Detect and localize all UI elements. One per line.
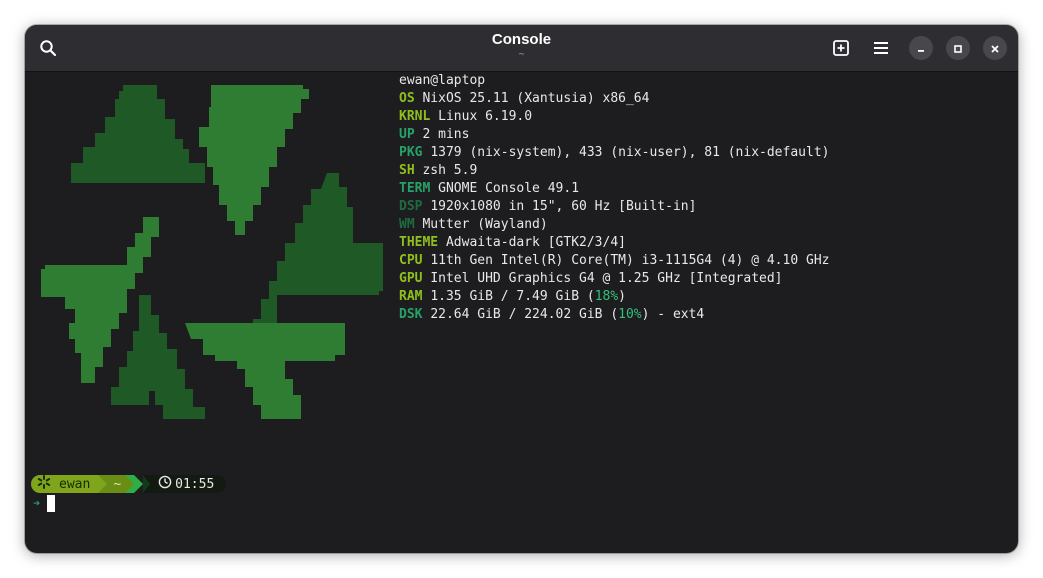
info-row-theme: THEME Adwaita-dark [GTK2/3/4] (399, 234, 829, 252)
input-line[interactable]: ➔ (33, 494, 55, 512)
info-value: Linux 6.19.0 (438, 109, 533, 124)
info-key: SH (399, 163, 415, 178)
info-key: RAM (399, 289, 423, 304)
prompt-user-segment: ewan (31, 475, 99, 493)
clock-icon (158, 475, 172, 493)
info-value: GNOME Console 49.1 (438, 181, 580, 196)
main-menu-button[interactable] (866, 33, 896, 63)
prompt-user: ewan (59, 476, 91, 492)
ram-percent: 18% (594, 289, 619, 304)
info-value: 1.35 GiB / 7.49 GiB ( (430, 289, 595, 304)
info-row-os: OS NixOS 25.11 (Xantusia) x86_64 (399, 90, 829, 108)
prompt-dir-segment: ~ (107, 475, 126, 493)
info-value: Intel UHD Graphics G4 @ 1.25 GHz [Integr… (430, 271, 783, 286)
info-value: 11th Gen Intel(R) Core(TM) i3-1115G4 (4)… (430, 253, 830, 268)
headerbar: Console ~ (25, 25, 1018, 72)
info-row-dsp: DSP 1920x1080 in 15", 60 Hz [Built-in] (399, 198, 829, 216)
info-key: DSK (399, 307, 423, 322)
info-key: CPU (399, 253, 423, 268)
console-window: Console ~ ewan@laptop OS NixOS 25.11 (Xa… (25, 25, 1018, 553)
info-key: UP (399, 127, 415, 142)
info-row-up: UP 2 mins (399, 126, 829, 144)
minimize-icon (916, 39, 926, 58)
close-button[interactable] (983, 36, 1007, 60)
info-key: PKG (399, 145, 423, 160)
info-value-end: ) (618, 289, 626, 304)
prompt-time-segment: 01:55 (150, 475, 227, 493)
dsk-percent: 10% (618, 307, 642, 322)
info-value: 1379 (nix-system), 433 (nix-user), 81 (n… (430, 145, 830, 160)
minimize-button[interactable] (909, 36, 933, 60)
info-row-krnl: KRNL Linux 6.19.0 (399, 108, 829, 126)
prompt-time: 01:55 (175, 476, 215, 492)
hamburger-menu-icon (873, 41, 889, 55)
info-key: KRNL (399, 109, 431, 124)
info-row-sh: SH zsh 5.9 (399, 162, 829, 180)
terminal-view[interactable]: ewan@laptop OS NixOS 25.11 (Xantusia) x8… (25, 72, 1018, 553)
input-arrow-icon: ➔ (33, 496, 41, 510)
maximize-button[interactable] (946, 36, 970, 60)
nixos-logo-shapes (41, 85, 383, 419)
info-row-term: TERM GNOME Console 49.1 (399, 180, 829, 198)
info-row-wm: WM Mutter (Wayland) (399, 216, 829, 234)
new-tab-icon (832, 39, 850, 57)
info-value: NixOS 25.11 (Xantusia) x86_64 (422, 91, 650, 106)
info-value: Adwaita-dark [GTK2/3/4] (445, 235, 626, 250)
info-value: 22.64 GiB / 224.02 GiB ( (430, 307, 619, 322)
info-key: THEME (399, 235, 439, 250)
search-button[interactable] (33, 33, 63, 63)
info-key: TERM (399, 181, 431, 196)
close-icon (990, 39, 1000, 58)
info-row-gpu: GPU Intel UHD Graphics G4 @ 1.25 GHz [In… (399, 270, 829, 288)
info-value-end: ) - ext4 (641, 307, 705, 322)
info-row-ram: RAM 1.35 GiB / 7.49 GiB (18%) (399, 288, 829, 306)
info-key: OS (399, 91, 415, 106)
prompt-separator (134, 475, 144, 493)
shell-prompt: ewan ~ 01:55 (31, 475, 227, 493)
prompt-separator (98, 475, 108, 493)
info-value: Mutter (Wayland) (422, 217, 548, 232)
info-value: zsh 5.9 (422, 163, 478, 178)
maximize-icon (953, 39, 963, 58)
info-key: WM (399, 217, 415, 232)
info-key: GPU (399, 271, 423, 286)
prompt-separator (143, 475, 151, 493)
info-key: DSP (399, 199, 423, 214)
info-row-cpu: CPU 11th Gen Intel(R) Core(TM) i3-1115G4… (399, 252, 829, 270)
prompt-dir: ~ (113, 476, 122, 492)
info-row-dsk: DSK 22.64 GiB / 224.02 GiB (10%) - ext4 (399, 306, 829, 324)
search-icon (39, 39, 57, 57)
user-host: ewan@laptop (399, 73, 486, 88)
info-value: 2 mins (422, 127, 470, 142)
info-row-pkg: PKG 1379 (nix-system), 433 (nix-user), 8… (399, 144, 829, 162)
prompt-separator (125, 475, 135, 493)
nix-snowflake-icon (37, 475, 51, 493)
text-cursor (47, 494, 55, 512)
new-tab-button[interactable] (826, 33, 856, 63)
system-info: ewan@laptop OS NixOS 25.11 (Xantusia) x8… (399, 72, 829, 324)
nixos-logo (41, 85, 383, 419)
info-value: 1920x1080 in 15", 60 Hz [Built-in] (430, 199, 697, 214)
